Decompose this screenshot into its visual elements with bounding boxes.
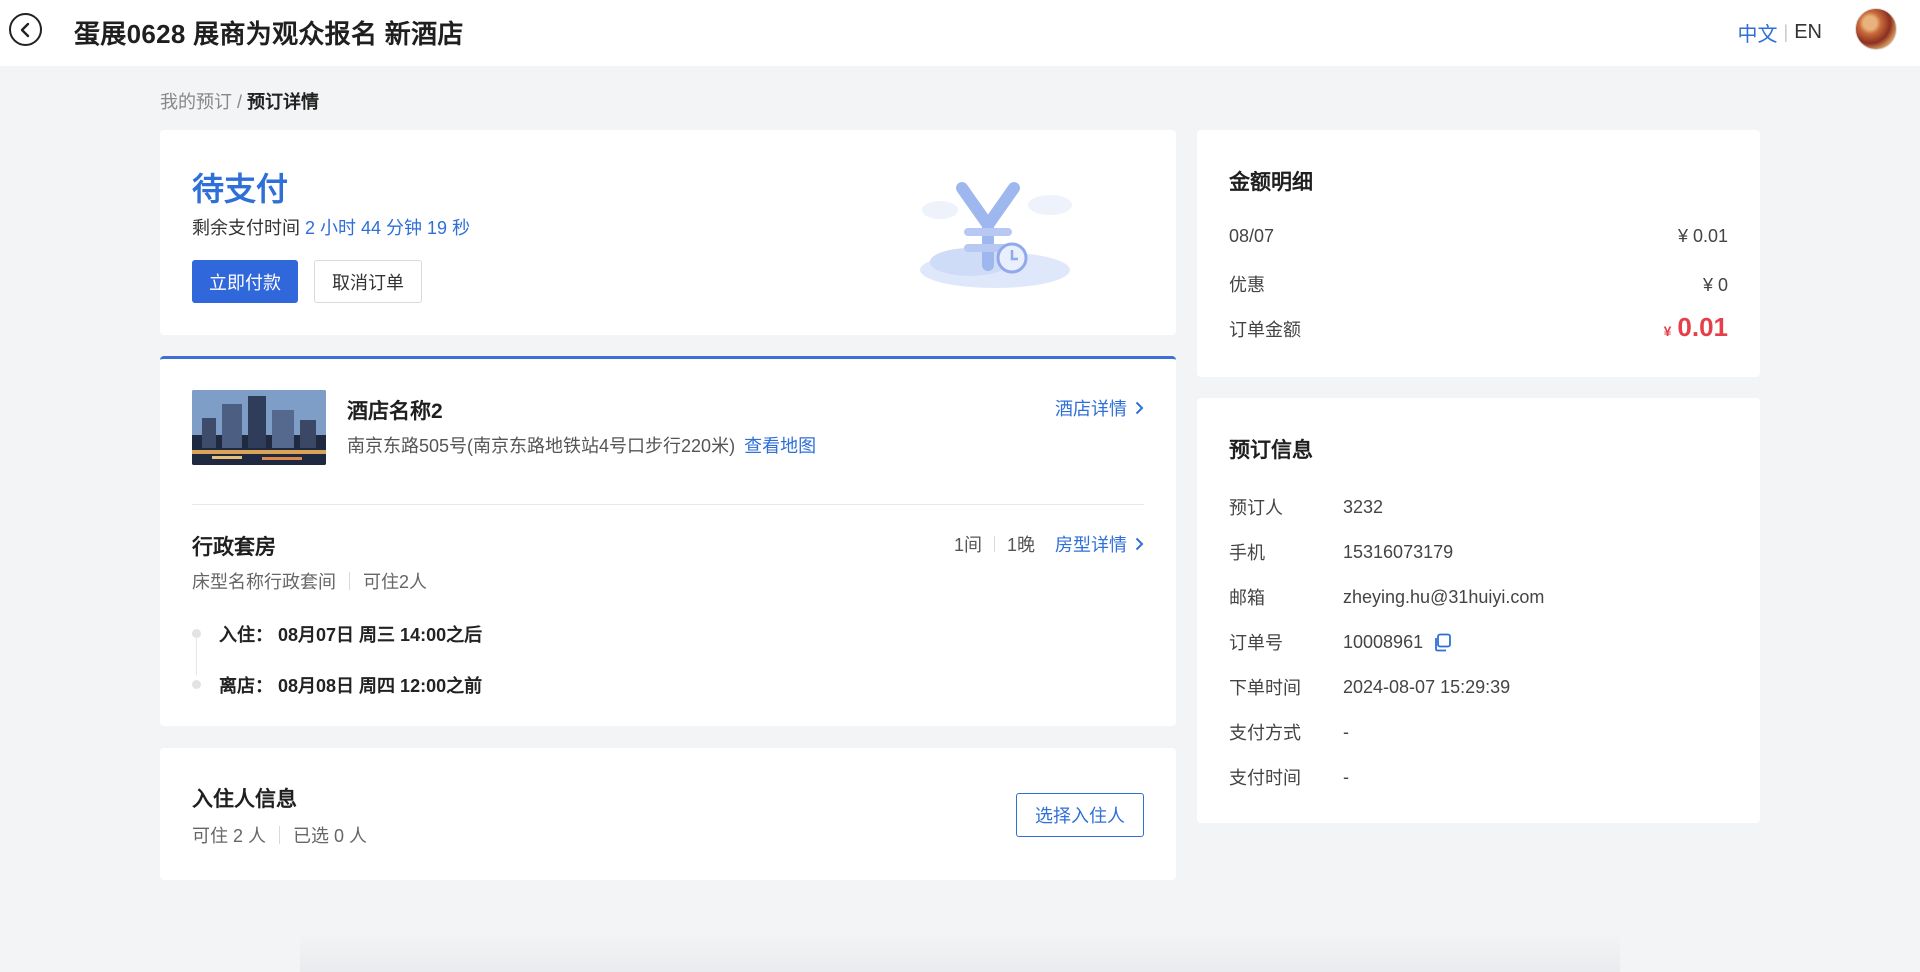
amount-row-label: 优惠: [1229, 275, 1265, 295]
room-capacity: 可住2人: [363, 572, 428, 592]
booking-field: 下单时间 2024-08-07 15:29:39: [1229, 674, 1510, 700]
lang-separator: |: [1783, 22, 1789, 42]
field-label: 下单时间: [1229, 678, 1301, 698]
guest-info-card: 入住人信息 可住 2 人 已选 0 人 选择入住人: [160, 748, 1176, 880]
field-label: 邮箱: [1229, 588, 1265, 608]
view-map-link[interactable]: 查看地图: [744, 436, 816, 456]
bottom-shadow: [300, 932, 1620, 972]
booking-field: 支付方式 -: [1229, 719, 1349, 745]
guest-info-sub: 可住 2 人 已选 0 人: [192, 822, 367, 848]
room-detail-link[interactable]: 房型详情: [1055, 531, 1144, 557]
room-detail-label: 房型详情: [1055, 535, 1127, 555]
field-label: 预订人: [1229, 498, 1283, 518]
chevron-right-icon: [1135, 401, 1144, 415]
guest-info-title: 入住人信息: [192, 788, 297, 811]
field-value: 2024-08-07 15:29:39: [1343, 676, 1511, 697]
guest-capacity: 可住 2 人: [192, 826, 267, 846]
hotel-detail-label: 酒店详情: [1055, 399, 1127, 419]
meta-separator: [993, 536, 995, 552]
bed-type: 床型名称行政套间: [192, 572, 336, 592]
field-label: 手机: [1229, 543, 1265, 563]
field-value: zheying.hu@31huiyi.com: [1343, 586, 1545, 607]
checkin-row: 入住： 08月07日 周三 14:00之后: [219, 621, 482, 647]
language-switch: 中文 | EN: [1738, 18, 1822, 47]
cancel-order-button[interactable]: 取消订单: [314, 260, 422, 303]
breadcrumb-current: 预订详情: [247, 92, 320, 112]
payment-status-card: 待支付 剩余支付时间 2 小时 44 分钟 19 秒 立即付款 取消订单: [160, 130, 1176, 335]
booking-field: 预订人 3232: [1229, 494, 1383, 520]
booking-field: 订单号 10008961: [1229, 629, 1452, 655]
amount-row-label: 08/07: [1229, 226, 1275, 246]
divider: [192, 504, 1144, 505]
night-count: 1晚: [1006, 535, 1035, 555]
checkin-time: 08月07日 周三 14:00之后: [278, 625, 483, 645]
chevron-right-icon: [1135, 537, 1144, 551]
remaining-time-label: 剩余支付时间: [192, 218, 300, 238]
page-title: 蛋展0628 展商为观众报名 新酒店: [74, 19, 464, 49]
back-button[interactable]: [9, 13, 42, 46]
amount-row: 08/07 ¥ 0.01: [1229, 226, 1728, 247]
room-sub-info: 床型名称行政套间 可住2人: [192, 568, 427, 594]
breadcrumb: 我的预订 / 预订详情: [160, 88, 319, 114]
amount-row-value: ¥ 0.01: [1677, 226, 1728, 246]
hotel-info-card: 酒店名称2 南京东路505号(南京东路地铁站4号口步行220米) 查看地图 酒店…: [160, 356, 1176, 726]
booking-title: 预订信息: [1229, 439, 1313, 462]
currency-symbol: ¥: [1663, 323, 1672, 339]
booking-info-card: 预订信息 预订人 3232 手机 15316073179 邮箱 zheying.…: [1197, 398, 1760, 823]
field-label: 支付方式: [1229, 723, 1301, 743]
amount-row: 优惠 ¥ 0: [1229, 271, 1728, 297]
field-label: 订单号: [1229, 633, 1283, 653]
checkin-label: 入住：: [219, 625, 273, 645]
remaining-time-value: 2 小时 44 分钟 19 秒: [305, 218, 471, 238]
order-total-value: ¥0.01: [1664, 312, 1728, 343]
booking-field: 邮箱 zheying.hu@31huiyi.com: [1229, 584, 1544, 610]
meta-separator: [349, 572, 350, 590]
amount-detail-card: 金额明细 08/07 ¥ 0.01 优惠 ¥ 0 订单金额 ¥0.01: [1197, 130, 1760, 377]
field-label: 支付时间: [1229, 768, 1301, 788]
meta-separator: [279, 826, 281, 844]
hotel-address: 南京东路505号(南京东路地铁站4号口步行220米) 查看地图: [347, 432, 816, 458]
room-name: 行政套房: [192, 536, 276, 559]
order-total-number: 0.01: [1677, 312, 1728, 342]
lang-zh-button[interactable]: 中文: [1738, 18, 1778, 47]
remaining-time: 剩余支付时间 2 小时 44 分钟 19 秒: [192, 214, 470, 240]
timeline-line: [196, 635, 197, 675]
select-guest-button[interactable]: 选择入住人: [1016, 793, 1144, 837]
hotel-photo[interactable]: [192, 390, 326, 465]
room-count: 1间: [953, 535, 982, 555]
hotel-address-text: 南京东路505号(南京东路地铁站4号口步行220米): [347, 436, 736, 456]
amount-row-value: ¥ 0: [1702, 275, 1728, 295]
top-header: 蛋展0628 展商为观众报名 新酒店 中文 | EN: [0, 0, 1920, 66]
order-number: 10008961: [1343, 631, 1424, 652]
hotel-detail-link[interactable]: 酒店详情: [1055, 395, 1144, 421]
copy-icon[interactable]: [1433, 633, 1452, 652]
field-value: -: [1343, 766, 1349, 787]
status-title: 待支付: [192, 171, 289, 207]
back-arrow-icon: [20, 22, 29, 37]
checkout-label: 离店：: [219, 676, 273, 696]
field-value: 3232: [1343, 496, 1384, 517]
breadcrumb-parent[interactable]: 我的预订: [160, 92, 232, 112]
lang-en-button[interactable]: EN: [1794, 21, 1822, 44]
checkout-dot: [192, 680, 201, 689]
breadcrumb-separator: /: [237, 92, 243, 112]
booking-field: 支付时间 -: [1229, 764, 1349, 790]
amount-title: 金额明细: [1229, 171, 1313, 194]
booking-field: 手机 15316073179: [1229, 539, 1453, 565]
checkout-time: 08月08日 周四 12:00之前: [278, 676, 483, 696]
field-value: 15316073179: [1343, 541, 1454, 562]
room-meta: 1间 1晚 房型详情: [954, 531, 1144, 557]
checkout-row: 离店： 08月08日 周四 12:00之前: [219, 672, 482, 698]
hotel-name: 酒店名称2: [347, 400, 443, 423]
order-total-label: 订单金额: [1229, 320, 1301, 340]
field-value: -: [1343, 721, 1349, 742]
avatar[interactable]: [1855, 8, 1897, 50]
order-total-row: 订单金额 ¥0.01: [1229, 312, 1728, 343]
yuan-payment-illustration: [920, 182, 1072, 288]
hotel-photo-graphic: [192, 390, 326, 465]
pay-now-button[interactable]: 立即付款: [192, 260, 298, 303]
guest-selected: 已选 0 人: [293, 826, 368, 846]
